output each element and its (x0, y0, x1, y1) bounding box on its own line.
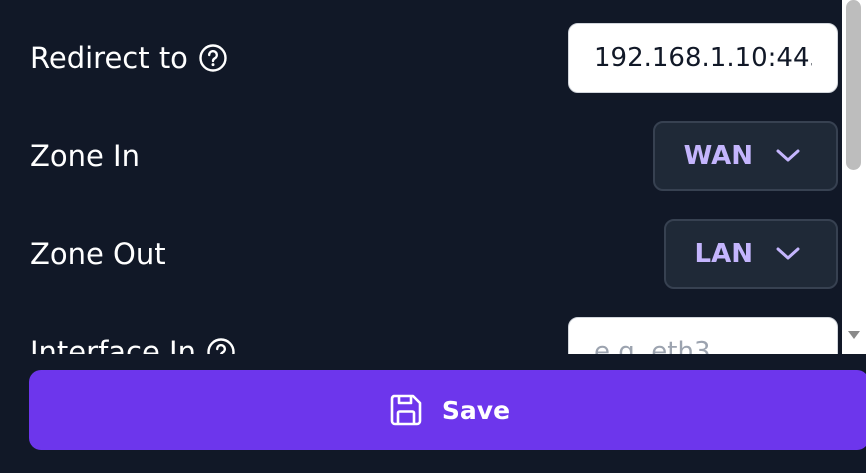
interface-in-label-group: Interface In (30, 335, 236, 354)
zone-out-label: Zone Out (30, 237, 166, 271)
help-circle-icon[interactable] (206, 337, 236, 354)
zone-out-label-group: Zone Out (30, 237, 166, 271)
zone-in-select[interactable]: WAN (652, 121, 838, 191)
redirect-to-input[interactable] (568, 23, 838, 93)
chevron-down-icon (775, 148, 801, 164)
redirect-to-label-group: Redirect to (30, 41, 228, 75)
form-scroll-area[interactable]: Redirect to Zone In WAN (0, 0, 866, 354)
zone-out-select[interactable]: LAN (663, 219, 838, 289)
redirect-to-label: Redirect to (30, 41, 188, 75)
save-button-label: Save (441, 395, 511, 425)
scrollbar-thumb[interactable] (846, 0, 861, 170)
zone-in-row: Zone In WAN (0, 120, 840, 192)
zone-out-selected-value: LAN (694, 239, 753, 269)
help-circle-icon[interactable] (198, 43, 228, 73)
redirect-to-row: Redirect to (0, 22, 840, 94)
interface-in-input[interactable] (568, 317, 838, 354)
floppy-disk-icon (388, 392, 424, 428)
interface-in-label: Interface In (30, 335, 196, 354)
zone-in-label-group: Zone In (30, 139, 140, 173)
interface-in-row: Interface In (0, 316, 840, 354)
zone-out-row: Zone Out LAN (0, 218, 840, 290)
zone-in-selected-value: WAN (683, 141, 753, 171)
zone-in-label: Zone In (30, 139, 140, 173)
scroll-down-arrow-icon[interactable] (846, 328, 862, 342)
save-button[interactable]: Save (29, 370, 866, 450)
scrollbar[interactable] (842, 0, 866, 354)
chevron-down-icon (775, 246, 801, 262)
